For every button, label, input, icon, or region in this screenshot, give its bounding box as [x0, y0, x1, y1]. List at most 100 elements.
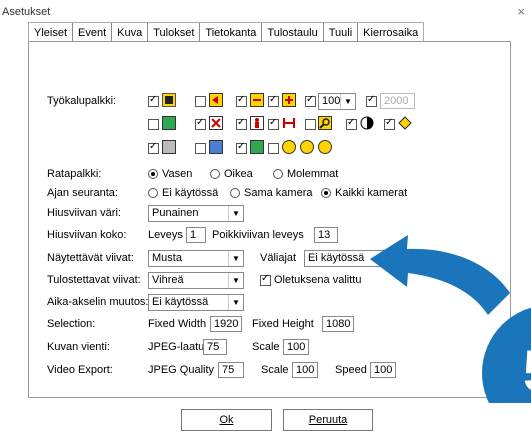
split-icon [282, 116, 296, 130]
tulostettavat-viivat-label: Tulostettavat viivat: [47, 274, 141, 286]
toolbar-checkbox-7[interactable] [236, 117, 247, 130]
annotation-arrow-icon [370, 235, 531, 439]
toolbar-checkbox-5[interactable] [148, 119, 159, 130]
jpeg-quality-label: JPEG Quality [148, 364, 215, 376]
ratapalkki-label: Ratapalkki: [47, 168, 102, 180]
radio-ei-kaytossa[interactable] [148, 188, 158, 198]
radio-molemmat-label: Molemmat [287, 168, 339, 180]
tab-event[interactable]: Event [73, 23, 113, 41]
toolbar-checkbox-8[interactable] [268, 117, 279, 130]
oletuksena-valittu-checkbox[interactable] [260, 273, 271, 286]
speed-field[interactable]: 2000 [380, 93, 415, 109]
naytettavat-viivat-select[interactable]: Musta ▼ [148, 250, 244, 267]
tab-tietokanta[interactable]: Tietokanta [200, 23, 263, 41]
zoom-select[interactable]: 100 ▼ [318, 93, 356, 110]
tab-tuuli[interactable]: Tuuli [324, 23, 359, 41]
kuvan-scale-label: Scale [252, 341, 280, 353]
minus-icon [250, 93, 264, 107]
diamond-icon [398, 116, 412, 130]
toolbar-label: Työkalupalkki: [47, 95, 117, 107]
toolbar-checkbox-11[interactable] [384, 117, 395, 130]
radio-vasen[interactable] [148, 169, 158, 179]
poikkiviivan-leveys-label: Poikkiviivan leveys [212, 229, 304, 241]
radio-molemmat[interactable] [273, 169, 283, 179]
radio-oikea[interactable] [210, 169, 220, 179]
chevron-down-icon: ▼ [228, 206, 243, 221]
save-icon [209, 140, 223, 154]
hiusviivan-vari-select[interactable]: Punainen ▼ [148, 205, 244, 222]
chevron-down-icon: ▼ [228, 251, 243, 266]
cancel-button-label: Peruuta [308, 414, 348, 426]
toolbar-checkbox-speed[interactable] [366, 94, 377, 107]
hiusviivan-vari-label: Hiusviivan väri: [47, 207, 121, 219]
kuvan-vienti-label: Kuvan vienti: [47, 341, 110, 353]
aika-akseli-select[interactable]: Ei käytössä ▼ [148, 294, 244, 311]
magnifier-icon [318, 116, 332, 130]
kuvan-scale-field[interactable]: 100 [283, 339, 309, 355]
tulostettavat-viivat-select[interactable]: Vihreä ▼ [148, 272, 244, 289]
x-mark-icon [209, 116, 223, 130]
jpeg-laatu-label: JPEG-laatu [148, 341, 205, 353]
toolbar-checkbox-10[interactable] [346, 117, 357, 130]
video-scale-label: Scale [261, 364, 289, 376]
record-icon-3 [318, 140, 332, 154]
video-export-label: Video Export: [47, 364, 113, 376]
tab-yleiset[interactable]: Yleiset [29, 23, 74, 41]
hiusviivan-koko-label: Hiusviivan koko: [47, 229, 127, 241]
fixed-width-field[interactable]: 1920 [210, 316, 242, 332]
toolbar-checkbox-12[interactable] [148, 141, 159, 154]
image-icon [162, 116, 176, 130]
fixed-height-field[interactable]: 1080 [322, 316, 354, 332]
ajan-seuranta-label: Ajan seuranta: [47, 187, 118, 199]
radio-oikea-label: Oikea [224, 168, 253, 180]
tab-bar: Yleiset Event Kuva Tulokset Tietokanta T… [28, 22, 425, 41]
selection-label: Selection: [47, 318, 96, 330]
record-icon [282, 140, 296, 154]
tab-tulostaulu[interactable]: Tulostaulu [262, 23, 324, 41]
fixed-width-label: Fixed Width [148, 318, 207, 330]
contrast-icon [360, 116, 374, 130]
jpeg-laatu-field[interactable]: 75 [203, 339, 227, 355]
chevron-down-icon: ▼ [228, 273, 243, 288]
toolbar-checkbox-zoom[interactable] [305, 94, 316, 107]
tab-tulokset[interactable]: Tulokset [148, 23, 201, 41]
record-icon-2 [300, 140, 314, 154]
radio-ei-kaytossa-label: Ei käytössä [162, 187, 219, 199]
cancel-button[interactable]: Peruuta [283, 409, 373, 431]
person-icon [250, 116, 264, 130]
toolbar-checkbox-14[interactable] [236, 141, 247, 154]
aika-akseli-label: Aika-akselin muutos: [47, 296, 149, 308]
toolbar-checkbox-9[interactable] [305, 119, 316, 130]
chevron-down-icon: ▼ [340, 94, 355, 109]
toolbar-checkbox-4[interactable] [268, 94, 279, 107]
video-scale-field[interactable]: 100 [292, 362, 318, 378]
toolbar-checkbox-3[interactable] [236, 94, 247, 107]
radio-sama-kamera[interactable] [230, 188, 240, 198]
radio-vasen-label: Vasen [162, 168, 193, 180]
toolbar-checkbox-6[interactable] [195, 117, 206, 130]
close-icon[interactable]: × [517, 4, 525, 19]
ok-button[interactable]: Ok [181, 409, 272, 431]
toolbar-checkbox-15[interactable] [268, 143, 279, 154]
tab-kierrosaika[interactable]: Kierrosaika [358, 23, 423, 41]
chevron-down-icon: ▼ [228, 295, 243, 310]
leveys-field[interactable]: 1 [186, 227, 206, 243]
annotation-number: 5 [523, 338, 531, 405]
radio-kaikki-kamerat[interactable] [321, 188, 331, 198]
naytettavat-viivat-label: Näytettävät viivat: [47, 252, 134, 264]
oletuksena-valittu-label: Oletuksena valittu [274, 274, 362, 286]
toolbar-checkbox-1[interactable] [148, 94, 159, 107]
title-bar: Asetukset × [0, 0, 531, 20]
poikkiviivan-leveys-field[interactable]: 13 [314, 227, 338, 243]
tab-kuva[interactable]: Kuva [112, 23, 149, 41]
toolbar-icon-clock [162, 93, 176, 107]
jpeg-quality-field[interactable]: 75 [218, 362, 244, 378]
arrow-left-icon [209, 93, 223, 107]
toolbar-checkbox-13[interactable] [195, 143, 206, 154]
table-icon [250, 140, 264, 154]
printer-icon [162, 140, 176, 154]
leveys-label: Leveys [148, 229, 183, 241]
ok-button-label: Ok [219, 414, 234, 426]
valiajat-label: Väliajat [260, 252, 297, 264]
toolbar-checkbox-2[interactable] [195, 96, 206, 107]
